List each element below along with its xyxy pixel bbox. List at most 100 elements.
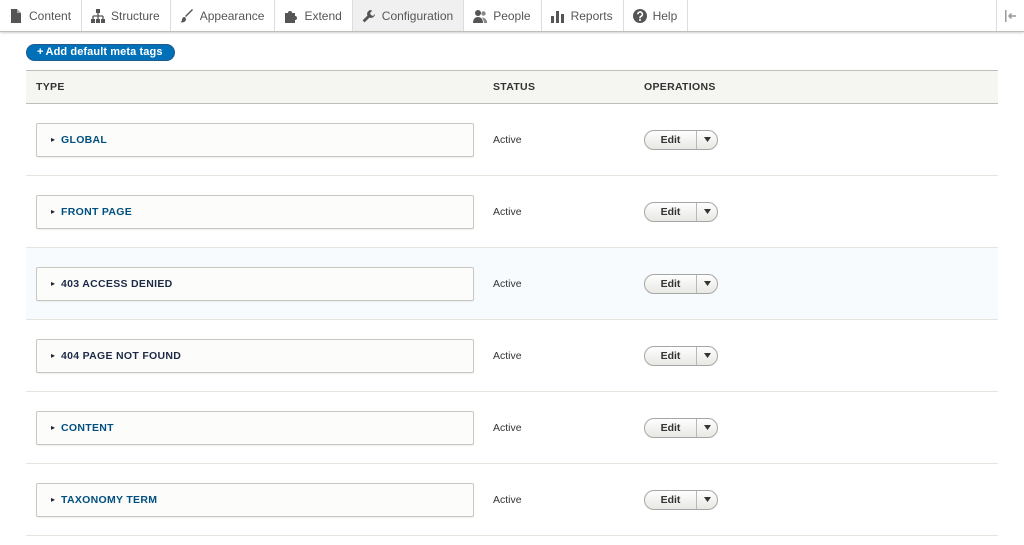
toolbar-tab-label: Help <box>652 8 678 23</box>
edit-button[interactable]: Edit <box>645 130 697 149</box>
status-cell: Active <box>483 464 634 536</box>
expand-arrow-icon: ▸ <box>51 495 56 504</box>
table-header-row: TYPE STATUS OPERATIONS <box>26 70 998 104</box>
expand-arrow-icon: ▸ <box>51 423 56 432</box>
operations-cell: Edit <box>634 464 998 536</box>
caret-down-icon <box>703 353 711 358</box>
operations-cell: Edit <box>634 248 998 320</box>
column-header-status: STATUS <box>493 81 536 93</box>
admin-toolbar: Content Structure Appearance Extend Conf… <box>0 0 1024 32</box>
dropbutton-toggle[interactable] <box>697 347 717 365</box>
details-global[interactable]: ▸ GLOBAL <box>36 122 474 157</box>
caret-down-icon <box>703 425 711 430</box>
edit-button[interactable]: Edit <box>645 346 697 365</box>
edit-button[interactable]: Edit <box>645 490 697 509</box>
details-summary: GLOBAL <box>61 133 108 146</box>
status-text: Active <box>493 493 522 506</box>
expand-arrow-icon: ▸ <box>51 351 56 360</box>
toolbar-tab-label: Configuration <box>381 8 454 23</box>
details-404-page-not-found[interactable]: ▸ 404 PAGE NOT FOUND <box>36 338 474 373</box>
toolbar-tab-reports[interactable]: Reports <box>542 0 624 31</box>
toolbar-tab-label: Structure <box>111 8 160 23</box>
dropbutton-toggle[interactable] <box>697 275 717 293</box>
details-content[interactable]: ▸ CONTENT <box>36 410 474 445</box>
puzzle-icon <box>284 9 298 23</box>
edit-button[interactable]: Edit <box>645 418 697 437</box>
status-text: Active <box>493 421 522 434</box>
operations-dropbutton: Edit <box>644 345 718 366</box>
collapse-sidebar-icon <box>1004 9 1016 22</box>
file-icon <box>9 8 23 23</box>
details-summary: TAXONOMY TERM <box>61 493 158 506</box>
table-row: ▸ 404 PAGE NOT FOUND Active Edit <box>26 320 998 392</box>
caret-down-icon <box>703 137 711 142</box>
type-cell: ▸ FRONT PAGE <box>26 176 483 248</box>
type-cell: ▸ 404 PAGE NOT FOUND <box>26 320 483 392</box>
toolbar-tab-extend[interactable]: Extend <box>275 0 353 31</box>
toolbar-tab-label: Extend <box>304 8 342 23</box>
edit-button[interactable]: Edit <box>645 274 697 293</box>
table-row: ▸ 403 ACCESS DENIED Active Edit <box>26 247 998 320</box>
operations-cell: Edit <box>634 392 998 464</box>
toolbar-orientation-toggle[interactable] <box>996 0 1024 31</box>
caret-down-icon <box>703 209 711 214</box>
toolbar-tab-label: Reports <box>570 8 613 23</box>
table-row: ▸ GLOBAL Active Edit <box>26 104 998 176</box>
metatag-defaults-table: TYPE STATUS OPERATIONS ▸ GLOBAL Active E… <box>26 70 998 536</box>
type-cell: ▸ GLOBAL <box>26 104 483 176</box>
toolbar-tab-content[interactable]: Content <box>0 0 83 31</box>
details-403-access-denied[interactable]: ▸ 403 ACCESS DENIED <box>36 266 474 301</box>
plus-icon: + <box>37 46 44 58</box>
details-front-page[interactable]: ▸ FRONT PAGE <box>36 194 474 229</box>
details-taxonomy-term[interactable]: ▸ TAXONOMY TERM <box>36 482 474 517</box>
details-summary: 404 PAGE NOT FOUND <box>61 349 182 362</box>
operations-dropbutton: Edit <box>644 129 718 150</box>
operations-dropbutton: Edit <box>644 489 718 510</box>
status-cell: Active <box>483 320 634 392</box>
type-cell: ▸ TAXONOMY TERM <box>26 464 483 536</box>
operations-cell: Edit <box>634 104 998 176</box>
details-summary: FRONT PAGE <box>61 205 133 218</box>
status-cell: Active <box>483 248 634 320</box>
dropbutton-toggle[interactable] <box>697 131 717 149</box>
operations-cell: Edit <box>634 320 998 392</box>
add-button-label: Add default meta tags <box>45 46 163 58</box>
dropbutton-toggle[interactable] <box>697 203 717 221</box>
add-default-meta-tags-button[interactable]: + Add default meta tags <box>26 43 175 61</box>
dropbutton-toggle[interactable] <box>697 419 717 437</box>
details-summary: CONTENT <box>61 421 114 434</box>
expand-arrow-icon: ▸ <box>51 207 56 216</box>
type-cell: ▸ CONTENT <box>26 392 483 464</box>
action-links: + Add default meta tags <box>26 42 175 61</box>
operations-cell: Edit <box>634 176 998 248</box>
toolbar-tab-help[interactable]: Help <box>624 0 689 31</box>
caret-down-icon <box>703 281 711 286</box>
status-cell: Active <box>483 392 634 464</box>
operations-dropbutton: Edit <box>644 201 718 222</box>
edit-button[interactable]: Edit <box>645 202 697 221</box>
toolbar-tab-structure[interactable]: Structure <box>82 0 171 31</box>
operations-dropbutton: Edit <box>644 273 718 294</box>
status-text: Active <box>493 133 522 146</box>
sitemap-icon <box>91 8 106 23</box>
operations-dropbutton: Edit <box>644 417 718 438</box>
table-row: ▸ TAXONOMY TERM Active Edit <box>26 464 998 536</box>
type-cell: ▸ 403 ACCESS DENIED <box>26 248 483 320</box>
status-text: Active <box>493 349 522 362</box>
status-text: Active <box>493 277 522 290</box>
toolbar-tab-appearance[interactable]: Appearance <box>171 0 276 31</box>
status-text: Active <box>493 205 522 218</box>
paintbrush-icon <box>179 8 194 23</box>
bar-chart-icon <box>550 9 565 23</box>
expand-arrow-icon: ▸ <box>51 135 56 144</box>
table-row: ▸ CONTENT Active Edit <box>26 392 998 464</box>
expand-arrow-icon: ▸ <box>51 279 56 288</box>
column-header-operations: OPERATIONS <box>644 81 716 93</box>
column-header-type: TYPE <box>36 81 65 93</box>
toolbar-tab-people[interactable]: People <box>464 0 542 31</box>
dropbutton-toggle[interactable] <box>697 491 717 509</box>
wrench-icon <box>362 9 376 23</box>
toolbar-tab-label: Content <box>29 8 72 23</box>
toolbar-tab-configuration[interactable]: Configuration <box>352 0 465 31</box>
